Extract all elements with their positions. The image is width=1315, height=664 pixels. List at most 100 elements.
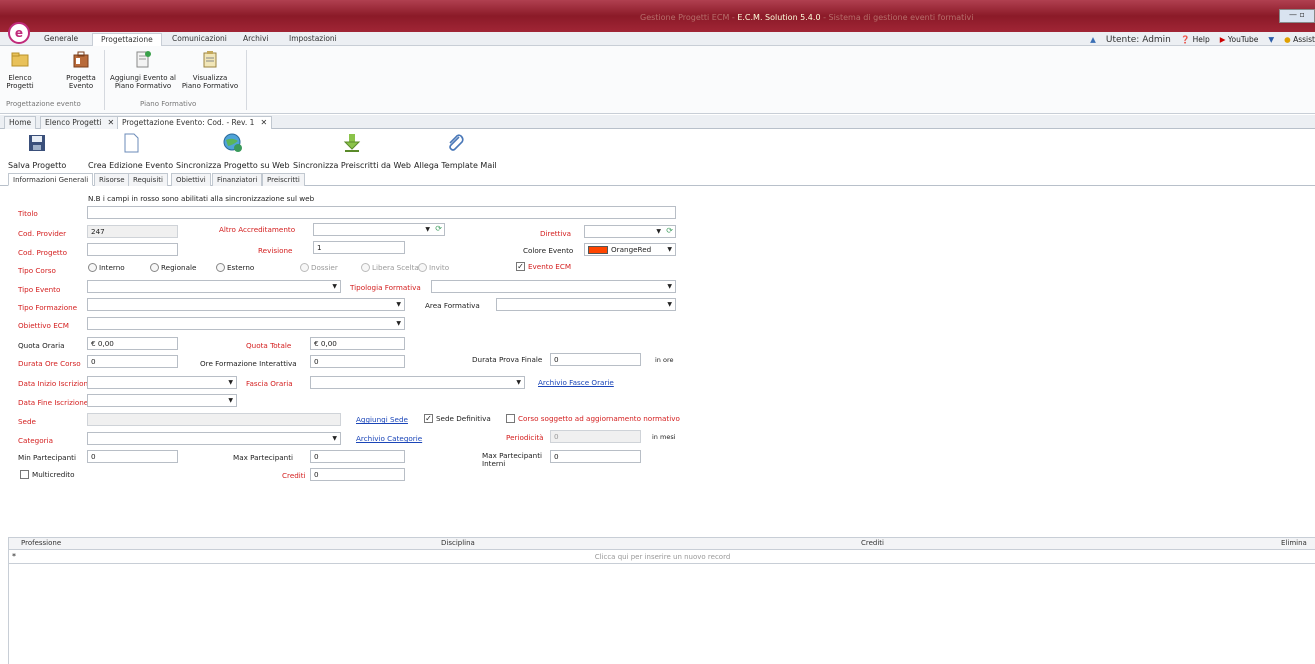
radio-libera-scelta: Libera Scelta (361, 263, 419, 272)
doc-tab-home[interactable]: Home (4, 116, 37, 129)
ore-formazione-interattiva-input[interactable]: 0 (310, 355, 405, 368)
quota-totale-input[interactable]: € 0,00 (310, 337, 405, 350)
obiettivo-ecm-select[interactable]: ▼ (87, 317, 405, 330)
tab-archivi[interactable]: Archivi (243, 33, 269, 46)
archivio-categorie-link[interactable]: Archivio Categorie (356, 434, 422, 443)
window-controls[interactable]: — ▫ (1279, 9, 1315, 23)
quota-oraria-label: Quota Oraria (18, 341, 65, 350)
evento-ecm-checkbox[interactable]: ✓ Evento ECM (516, 262, 571, 271)
radio-regionale-label: Regionale (161, 263, 197, 272)
data-inizio-iscrizione-picker[interactable]: ▼ (87, 376, 237, 389)
radio-interno[interactable]: Interno (88, 263, 125, 272)
column-crediti[interactable]: Crediti (861, 539, 884, 547)
aggiungi-evento-button[interactable]: Aggiungi Evento al Piano Formativo (109, 50, 177, 90)
direttiva-label: Direttiva (540, 229, 572, 238)
tipologia-formativa-select[interactable]: ▼ (431, 280, 676, 293)
periodicita-input: 0 (550, 430, 641, 443)
tab-comunicazioni[interactable]: Comunicazioni (172, 33, 227, 46)
tab-generale[interactable]: Generale (44, 33, 78, 46)
doc-tab-progettazione[interactable]: Progettazione Evento: Cod. - Rev. 1 ✕ (117, 116, 273, 129)
salva-progetto-button[interactable]: Salva Progetto (8, 133, 66, 171)
doc-tab-home-label: Home (9, 118, 32, 127)
close-icon[interactable]: ✕ (260, 118, 267, 127)
chevron-down-icon: ▼ (516, 379, 521, 386)
checkbox-checked: ✓ (424, 414, 433, 423)
aggiungi-sede-link[interactable]: Aggiungi Sede (356, 415, 408, 424)
sede-definitiva-checkbox[interactable]: ✓ Sede Definitiva (424, 414, 491, 423)
close-icon[interactable]: ✕ (108, 118, 115, 127)
tab-progettazione[interactable]: Progettazione (92, 33, 162, 46)
tab-impostazioni[interactable]: Impostazioni (289, 33, 337, 46)
corso-soggetto-checkbox[interactable]: Corso soggetto ad aggiornamento normativ… (506, 414, 680, 423)
fascia-oraria-select[interactable]: ▼ (310, 376, 525, 389)
tab-requisiti[interactable]: Requisiti (128, 173, 168, 186)
ribbon-group-progettazione: Progettazione evento (6, 100, 81, 108)
quota-oraria-input[interactable]: € 0,00 (87, 337, 178, 350)
tab-preiscritti[interactable]: Preiscritti (262, 173, 305, 186)
crea-edizione-button[interactable]: Crea Edizione Evento (88, 133, 173, 171)
chevron-down-icon: ▼ (332, 283, 337, 290)
tipo-evento-select[interactable]: ▼ (87, 280, 341, 293)
title-bar: Gestione Progetti ECM - E.C.M. Solution … (0, 0, 1315, 32)
durata-prova-finale-input[interactable]: 0 (550, 353, 641, 366)
assist-link[interactable]: ● Assist (1284, 35, 1315, 44)
max-partecipanti-interni-input[interactable]: 0 (550, 450, 641, 463)
durata-ore-corso-input[interactable]: 0 (87, 355, 178, 368)
save-icon (29, 135, 46, 151)
app-logo-icon[interactable]: e (8, 22, 30, 44)
fascia-oraria-label: Fascia Oraria (246, 379, 293, 388)
visualizza-piano-button[interactable]: Visualizza Piano Formativo (180, 50, 240, 90)
categoria-select[interactable]: ▼ (87, 432, 341, 445)
allega-template-button[interactable]: Allega Template Mail (414, 133, 497, 171)
new-record-row[interactable]: * Clicca qui per inserire un nuovo recor… (9, 551, 1315, 564)
refresh-icon[interactable]: ⟳ (435, 223, 442, 234)
column-elimina[interactable]: Elimina (1281, 539, 1307, 547)
radio-circle (216, 263, 225, 272)
cod-progetto-input[interactable] (87, 243, 178, 256)
doc-tab-elenco[interactable]: Elenco Progetti ✕ (40, 116, 120, 129)
tab-risorse[interactable]: Risorse (94, 173, 130, 186)
tab-obiettivi[interactable]: Obiettivi (171, 173, 211, 186)
tipo-formazione-select[interactable]: ▼ (87, 298, 405, 311)
action-toolbar: Salva Progetto Crea Edizione Evento Sinc… (0, 130, 1315, 172)
durata-ore-corso-label: Durata Ore Corso (18, 359, 81, 368)
cod-provider-input: 247 (87, 225, 178, 238)
radio-esterno[interactable]: Esterno (216, 263, 254, 272)
download-arrow-icon (343, 134, 361, 152)
multicredito-checkbox[interactable]: Multicredito (20, 470, 75, 479)
assist-label: Assist (1293, 35, 1315, 44)
sincronizza-preiscritti-button[interactable]: Sincronizza Preiscritti da Web (293, 133, 411, 171)
radio-regionale[interactable]: Regionale (150, 263, 196, 272)
altro-accreditamento-select[interactable]: ▼ ⟳ (313, 223, 445, 236)
menu-tabs: Generale Progettazione Comunicazioni Arc… (0, 32, 1315, 46)
min-partecipanti-input[interactable]: 0 (87, 450, 178, 463)
direttiva-select[interactable]: ▼ ⟳ (584, 225, 676, 238)
colore-evento-select[interactable]: OrangeRed ▼ (584, 243, 676, 256)
radio-circle (300, 263, 309, 272)
help-link[interactable]: ❓ Help (1181, 35, 1210, 44)
ribbon-separator (104, 50, 105, 110)
progetta-evento-button[interactable]: Progetta Evento (64, 50, 98, 90)
crediti-input[interactable]: 0 (310, 468, 405, 481)
elenco-progetti-button[interactable]: Elenco Progetti (6, 50, 34, 90)
tab-finanziatori[interactable]: Finanziatori (212, 173, 263, 186)
column-disciplina[interactable]: Disciplina (441, 539, 475, 547)
youtube-link[interactable]: ▶ YouTube (1220, 35, 1259, 44)
refresh-icon[interactable]: ⟳ (666, 225, 673, 236)
max-partecipanti-input[interactable]: 0 (310, 450, 405, 463)
tipo-corso-label: Tipo Corso (18, 266, 56, 275)
archivio-fasce-orarie-link[interactable]: Archivio Fasce Orarie (538, 378, 614, 387)
chevron-down-icon: ▼ (425, 226, 430, 233)
quota-totale-label: Quota Totale (246, 341, 292, 350)
revisione-input[interactable]: 1 (313, 241, 405, 254)
data-fine-iscrizione-picker[interactable]: ▼ (87, 394, 237, 407)
tab-informazioni-generali[interactable]: Informazioni Generali (8, 173, 94, 186)
radio-dossier: Dossier (300, 263, 338, 272)
titolo-input[interactable] (87, 206, 676, 219)
progetta-evento-label: Progetta Evento (66, 74, 96, 90)
area-formativa-select[interactable]: ▼ (496, 298, 676, 311)
dropdown-icon[interactable]: ▼ (1268, 35, 1274, 44)
sincronizza-progetto-button[interactable]: Sincronizza Progetto su Web (176, 133, 290, 171)
column-professione[interactable]: Professione (21, 539, 61, 547)
min-partecipanti-label: Min Partecipanti (18, 453, 76, 462)
